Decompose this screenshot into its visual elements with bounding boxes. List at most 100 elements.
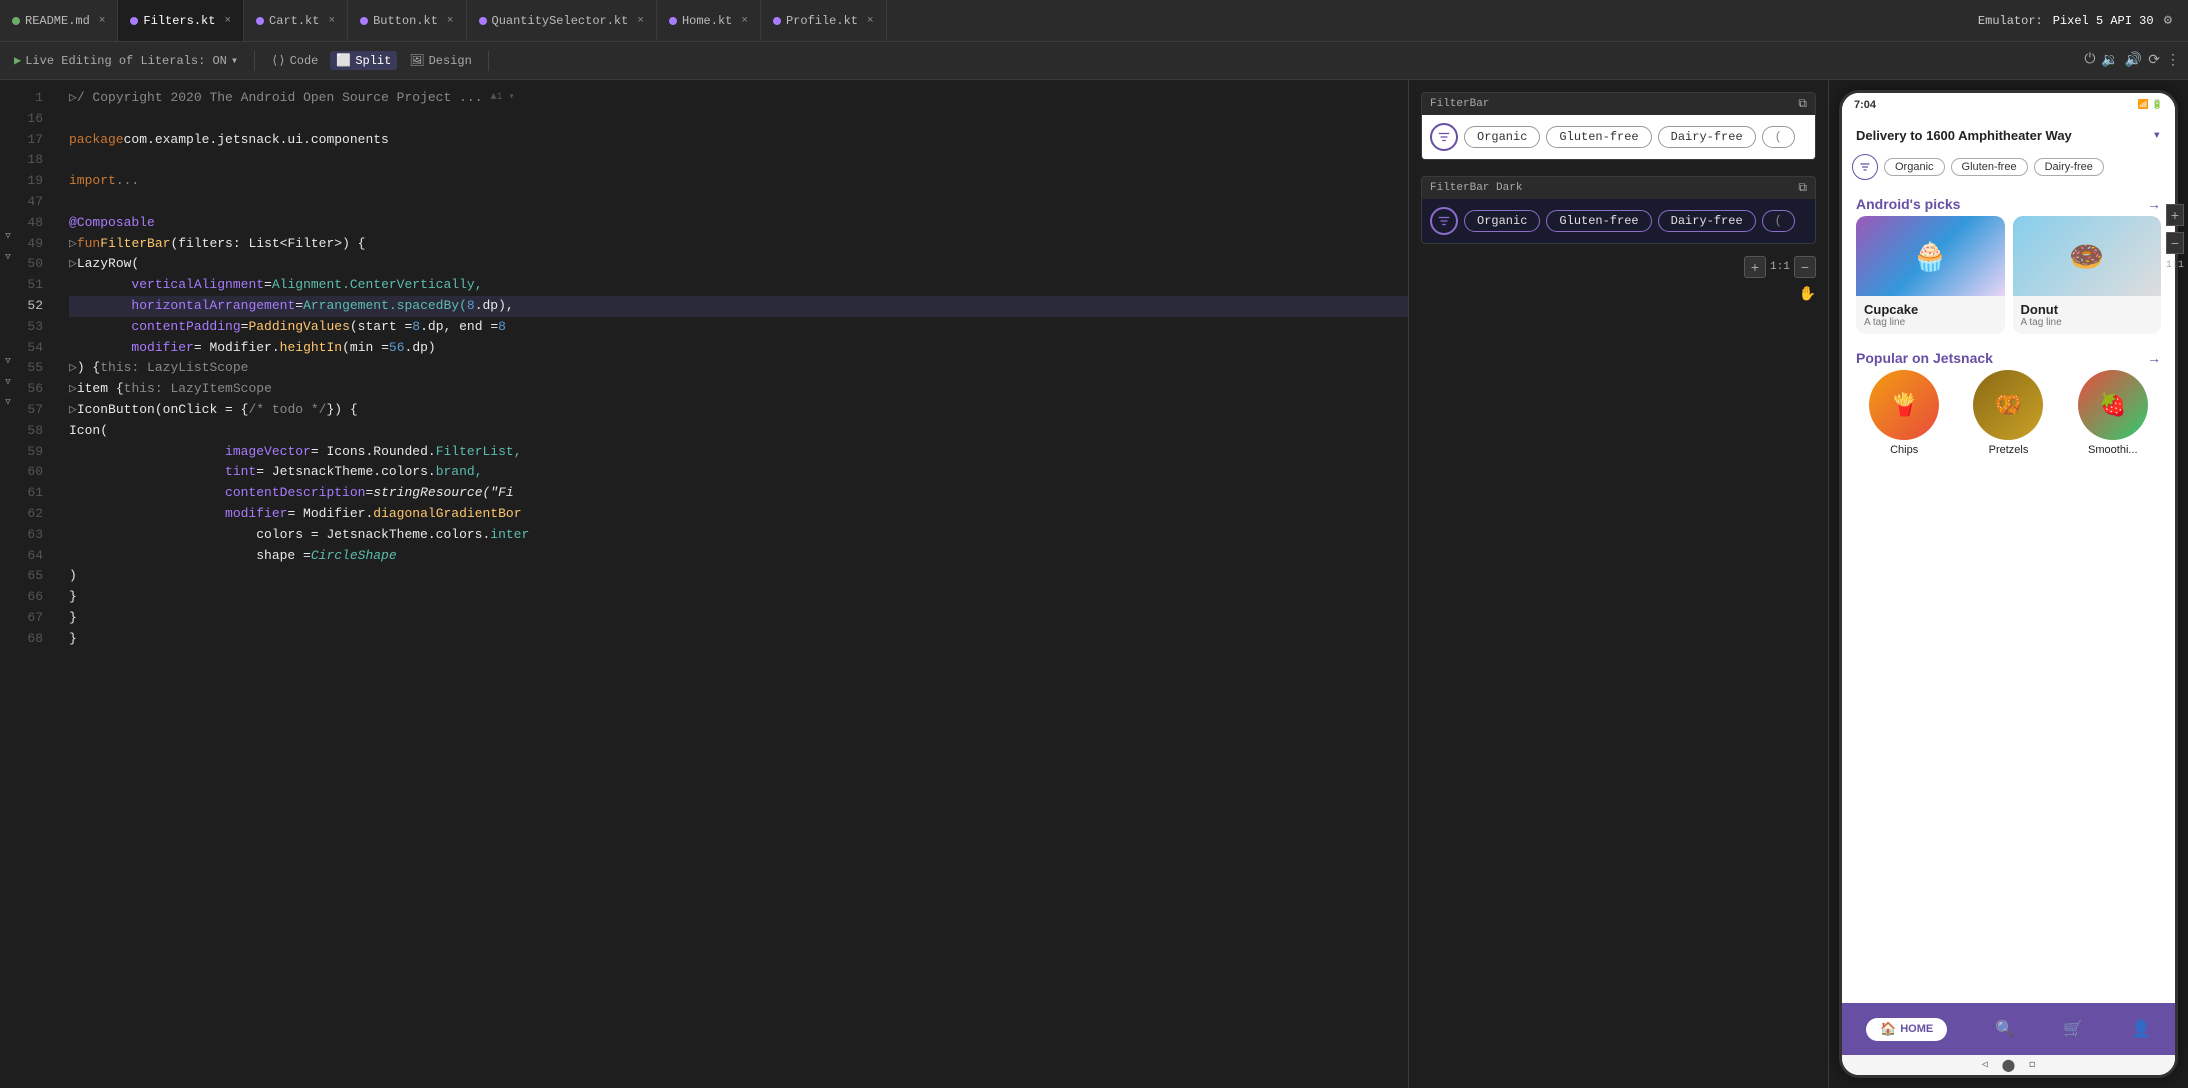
chip-dairy-dark[interactable]: Dairy-free (1658, 210, 1756, 232)
tab-close-cart[interactable]: × (328, 15, 335, 27)
popular-card-pretzels[interactable]: 🥨 Pretzels (1960, 370, 2056, 456)
power-icon[interactable]: ⏻ (2084, 52, 2095, 69)
filterbar-dark-title: FilterBar Dark (1430, 182, 1522, 194)
phone-zoom-out[interactable]: − (2166, 232, 2184, 254)
chip-organic-dark[interactable]: Organic (1464, 210, 1540, 232)
tab-cart[interactable]: Cart.kt × (244, 0, 348, 41)
popular-card-smoothie[interactable]: 🍓 Smoothi... (2065, 370, 2161, 456)
code-line-54: modifier = Modifier. heightIn (min = 56 … (69, 338, 1408, 359)
tab-close-home[interactable]: × (741, 15, 748, 27)
kw-fun-49: fun (77, 234, 100, 255)
phone-filter-icon[interactable] (1852, 154, 1878, 180)
split-btn[interactable]: ⬜ Split (330, 51, 397, 70)
eq-51: = (264, 275, 272, 296)
tab-close-readme[interactable]: × (99, 15, 106, 27)
live-editing-toggle[interactable]: ▶ Live Editing of Literals: ON ▾ (8, 51, 244, 70)
code-line-52: horizontalArrangement = Arrangement.spac… (69, 296, 1408, 317)
more-icon[interactable]: ⋮ (2166, 52, 2180, 69)
heightin-params: (min = (342, 338, 389, 359)
chip-gluten-light[interactable]: Gluten-free (1546, 126, 1651, 148)
gutter-58 (0, 413, 16, 434)
chip-organic-light[interactable]: Organic (1464, 126, 1540, 148)
eq-62: = Modifier. (287, 504, 373, 525)
filterbar-dark-header: FilterBar Dark ⧉ (1422, 177, 1815, 199)
phone-chip-organic[interactable]: Organic (1884, 158, 1945, 176)
linenum-65: 65 (16, 566, 51, 587)
popular-card-chips[interactable]: 🍟 Chips (1856, 370, 1952, 456)
eq-mod: = Modifier. (194, 338, 280, 359)
linenum-18: 18 (16, 150, 51, 171)
param-mod: modifier (131, 338, 193, 359)
tab-close-filters[interactable]: × (224, 15, 231, 27)
phone-chip-gluten[interactable]: Gluten-free (1951, 158, 2028, 176)
design-btn[interactable]: 🖼 Design (403, 51, 477, 70)
nav-cart[interactable]: 🛒 (2063, 1019, 2083, 1039)
tab-qty[interactable]: QuantitySelector.kt × (467, 0, 657, 41)
filterbar-preview: FilterBar ⧉ Organic Gluten-free Dairy-fr… (1421, 92, 1816, 160)
tab-filters[interactable]: Filters.kt × (118, 0, 244, 41)
drag-handle: ✋ (1413, 282, 1824, 307)
filter-icon-dark (1430, 207, 1458, 235)
filterlist: FilterList, (436, 442, 522, 463)
tab-profile[interactable]: Profile.kt × (761, 0, 887, 41)
vol-up-icon[interactable]: 🔊 (2125, 52, 2142, 69)
code-line-59: imageVector = Icons.Rounded. FilterList, (69, 442, 1408, 463)
tab-close-profile[interactable]: × (867, 15, 874, 27)
nav-profile[interactable]: 👤 (2131, 1019, 2151, 1039)
iconbutton: IconButton(onClick = { (77, 400, 249, 421)
gutter-64 (0, 538, 16, 559)
phone-zoom-in[interactable]: + (2166, 204, 2184, 226)
phone-delivery-header[interactable]: Delivery to 1600 Amphitheater Way ▾ (1842, 117, 2175, 150)
chip-gluten-dark[interactable]: Gluten-free (1546, 210, 1651, 232)
code-btn[interactable]: ⟨⟩ Code (265, 51, 324, 70)
home-btn[interactable]: ⬤ (2002, 1058, 2015, 1073)
tab-button-label: Button.kt (373, 14, 438, 28)
tab-close-qty[interactable]: × (637, 15, 644, 27)
tab-button[interactable]: Button.kt × (348, 0, 466, 41)
chip-dairy-light[interactable]: Dairy-free (1658, 126, 1756, 148)
bracket-55: ) { (77, 358, 100, 379)
nav-search[interactable]: 🔍 (1995, 1019, 2015, 1039)
nav-home-pill[interactable]: 🏠 HOME (1866, 1018, 1947, 1041)
pick-card-donut[interactable]: 🍩 Donut A tag line (2013, 216, 2162, 334)
phone-bottom-nav: 🏠 HOME 🔍 🛒 👤 (1842, 1003, 2175, 1055)
back-btn[interactable]: ◁ (1982, 1059, 1988, 1071)
alignment-cv: Alignment.CenterVertically, (272, 275, 483, 296)
donut-emoji: 🍩 (2069, 240, 2104, 273)
param-cd: contentDescription (225, 483, 365, 504)
code-content: ▷ / Copyright 2020 The Android Open Sour… (61, 80, 1408, 1088)
rotate-icon[interactable]: ⟳ (2148, 52, 2160, 69)
tab-readme[interactable]: README.md × (0, 0, 118, 41)
circleshape: CircleShape (311, 546, 397, 567)
tab-close-button[interactable]: × (447, 15, 454, 27)
zoom-in-btn[interactable]: + (1744, 256, 1766, 278)
tab-home-label: Home.kt (682, 14, 732, 28)
chip-more-dark[interactable]: ( (1762, 210, 1795, 232)
profile-icon: 👤 (2131, 1019, 2151, 1039)
zoom-out-btn[interactable]: − (1794, 256, 1816, 278)
recent-btn[interactable]: ◻ (2029, 1059, 2035, 1071)
code-line-55: ▷ ) { this: LazyListScope (69, 358, 1408, 379)
design-label: Design (429, 54, 472, 68)
phone-zoom-controls: + − 1:1 (2162, 200, 2188, 275)
androids-picks-arrow[interactable]: → (2147, 196, 2161, 212)
vol-down-icon[interactable]: 🔉 (2101, 52, 2118, 69)
preview-copy-icon[interactable]: ⧉ (1798, 97, 1807, 111)
pick-card-cupcake[interactable]: 🧁 Cupcake A tag line (1856, 216, 2005, 334)
eq-59: = Icons.Rounded. (311, 442, 436, 463)
linenum-16: 16 (16, 109, 51, 130)
popular-arrow[interactable]: → (2147, 350, 2161, 366)
tab-home[interactable]: Home.kt × (657, 0, 761, 41)
pick-tag-cupcake: A tag line (1864, 317, 1997, 328)
linenum-60: 60 (16, 462, 51, 483)
preview-dark-copy-icon[interactable]: ⧉ (1798, 181, 1807, 195)
pretzels-emoji: 🥨 (1995, 392, 2022, 418)
live-editing-chevron: ▾ (231, 53, 238, 68)
paddingvalues: PaddingValues (248, 317, 349, 338)
phone-zoom-label: 1:1 (2166, 260, 2184, 271)
chip-more-light[interactable]: ( (1762, 126, 1795, 148)
code-line-17: package com.example.jetsnack.ui.componen… (69, 130, 1408, 151)
param-mod2: modifier (225, 504, 287, 525)
settings-icon[interactable]: ⚙ (2164, 12, 2172, 29)
phone-chip-dairy[interactable]: Dairy-free (2034, 158, 2104, 176)
